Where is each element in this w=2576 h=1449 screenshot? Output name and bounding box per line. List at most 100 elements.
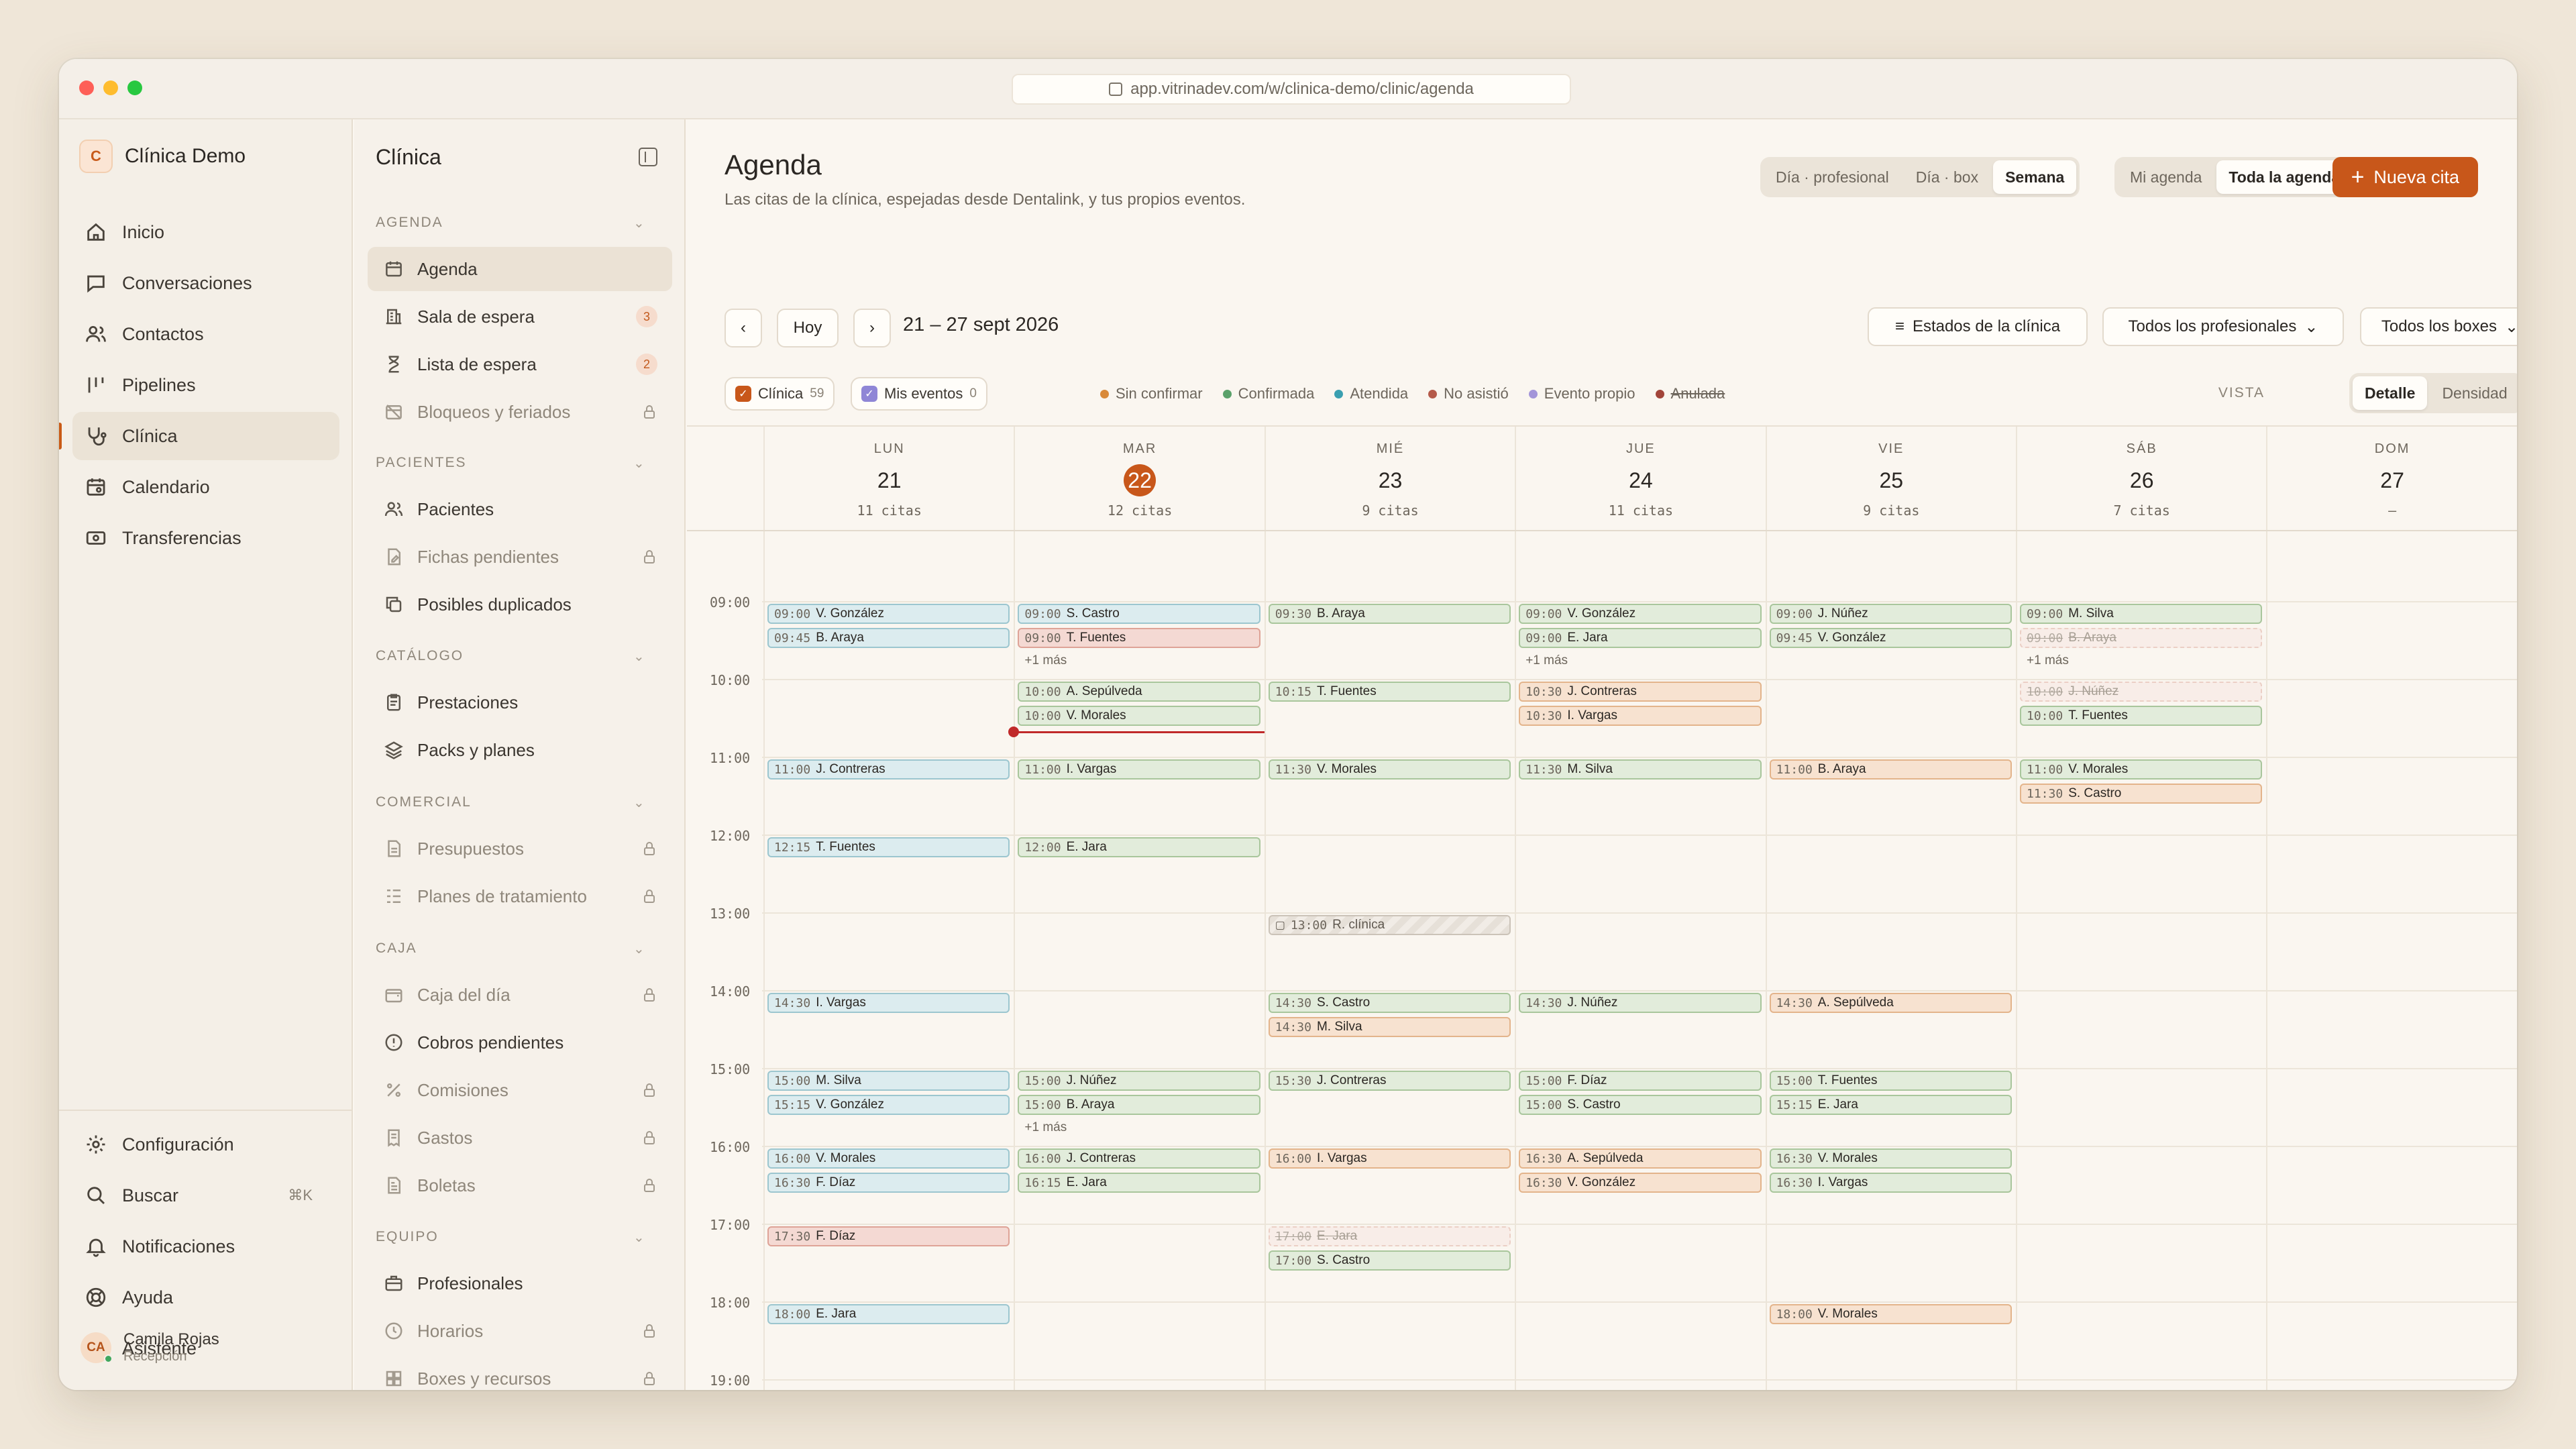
nav-configuracion[interactable]: Configuración	[72, 1120, 339, 1169]
nav-inicio[interactable]: Inicio	[72, 208, 339, 256]
appointment[interactable]: 15:00 F. Díaz	[1519, 1071, 1762, 1091]
appointment[interactable]: 16:15 E. Jara	[1018, 1173, 1260, 1193]
appointment[interactable]: 16:30 A. Sepúlveda	[1519, 1148, 1762, 1169]
appointment[interactable]: 16:00 J. Contreras	[1018, 1148, 1260, 1169]
panel-item-gastos[interactable]: Gastos	[368, 1116, 672, 1160]
new-appointment-button[interactable]: + Nueva cita	[2332, 157, 2478, 197]
box-select[interactable]: Todos los boxes ⌄	[2360, 307, 2517, 346]
day-header-mié[interactable]: MIÉ 23 9 citas	[1264, 427, 1515, 530]
panel-item-packs[interactable]: Packs y planes	[368, 728, 672, 772]
filter-chip-mis-eventos[interactable]: ✓ Mis eventos 0	[851, 377, 987, 411]
panel-item-agenda[interactable]: Agenda	[368, 247, 672, 291]
day-header-vie[interactable]: VIE 25 9 citas	[1765, 427, 2016, 530]
appointment[interactable]: 10:00 T. Fuentes	[2020, 706, 2263, 726]
panel-item-boletas[interactable]: Boletas	[368, 1163, 672, 1208]
appointment[interactable]: 11:30 V. Morales	[1268, 759, 1511, 780]
section-comercial[interactable]: COMERCIAL ⌄	[376, 794, 645, 810]
appointment[interactable]: 15:00 S. Castro	[1519, 1095, 1762, 1115]
nav-ayuda[interactable]: Ayuda	[72, 1273, 339, 1322]
address-bar[interactable]: app.vitrinadev.com/w/clinica-demo/clinic…	[1012, 74, 1571, 105]
appointment[interactable]: 11:30 S. Castro	[2020, 784, 2263, 804]
appointment[interactable]: 18:00 E. Jara	[767, 1304, 1010, 1324]
panel-item-caja-del-dia[interactable]: Caja del día	[368, 973, 672, 1017]
appointment[interactable]: 15:00 B. Araya	[1018, 1095, 1260, 1115]
nav-notificaciones[interactable]: Notificaciones	[72, 1222, 339, 1271]
appointment[interactable]: 09:30 B. Araya	[1268, 604, 1511, 624]
appointment[interactable]: 15:00 T. Fuentes	[1769, 1071, 2012, 1091]
appointment[interactable]: 18:00 V. Morales	[1769, 1304, 2012, 1324]
appointment[interactable]: 15:30 J. Contreras	[1268, 1071, 1511, 1091]
appointment[interactable]: 14:30 J. Núñez	[1519, 993, 1762, 1013]
today-button[interactable]: Hoy	[777, 309, 839, 347]
appointment[interactable]: 16:00 V. Morales	[767, 1148, 1010, 1169]
appointment[interactable]: 17:00 E. Jara	[1268, 1226, 1511, 1246]
tab-dia-profesional[interactable]: Día · profesional	[1764, 160, 1901, 194]
appointment[interactable]: 09:00 S. Castro	[1018, 604, 1260, 624]
appointment[interactable]: 12:00 E. Jara	[1018, 837, 1260, 857]
appointment[interactable]: 16:30 V. González	[1519, 1173, 1762, 1193]
appointment[interactable]: 11:30 M. Silva	[1519, 759, 1762, 780]
panel-item-boxes[interactable]: Boxes y recursos	[368, 1356, 672, 1390]
day-header-lun[interactable]: LUN 21 11 citas	[763, 427, 1014, 530]
nav-transferencias[interactable]: Transferencias	[72, 514, 339, 562]
panel-item-prestaciones[interactable]: Prestaciones	[368, 680, 672, 724]
appointment[interactable]: 10:15 T. Fuentes	[1268, 682, 1511, 702]
appointment[interactable]: 14:30 S. Castro	[1268, 993, 1511, 1013]
appointment[interactable]: 09:45 V. González	[1769, 628, 2012, 648]
more-appointments-link[interactable]: +1 más	[2027, 653, 2069, 668]
appointment[interactable]: 11:00 I. Vargas	[1018, 759, 1260, 780]
collapse-panel-icon[interactable]	[639, 148, 657, 166]
panel-item-presupuestos[interactable]: Presupuestos	[368, 826, 672, 871]
close-window-button[interactable]	[79, 80, 94, 95]
appointment[interactable]: 15:15 E. Jara	[1769, 1095, 2012, 1115]
section-equipo[interactable]: EQUIPO ⌄	[376, 1229, 645, 1245]
appointment[interactable]: 15:15 V. González	[767, 1095, 1010, 1115]
day-header-dom[interactable]: DOM 27 —	[2266, 427, 2516, 530]
tab-toda-la-agenda[interactable]: Toda la agenda	[2216, 160, 2353, 194]
appointment[interactable]: 10:00 A. Sepúlveda	[1018, 682, 1260, 702]
tab-dia-box[interactable]: Día · box	[1904, 160, 1990, 194]
nav-calendario[interactable]: Calendario	[72, 463, 339, 511]
appointment[interactable]: 09:45 B. Araya	[767, 628, 1010, 648]
appointment[interactable]: 09:00 B. Araya	[2020, 628, 2263, 648]
appointment[interactable]: 11:00 V. Morales	[2020, 759, 2263, 780]
section-agenda[interactable]: AGENDA ⌄	[376, 215, 645, 231]
panel-item-bloqueos[interactable]: Bloqueos y feriados	[368, 390, 672, 434]
more-appointments-link[interactable]: +1 más	[1024, 653, 1067, 668]
appointment[interactable]: 15:00 M. Silva	[767, 1071, 1010, 1091]
tab-detalle[interactable]: Detalle	[2353, 376, 2428, 410]
panel-item-fichas[interactable]: Fichas pendientes	[368, 535, 672, 579]
appointment[interactable]: 14:30 M. Silva	[1268, 1017, 1511, 1037]
tab-mi-agenda[interactable]: Mi agenda	[2118, 160, 2214, 194]
day-header-mar[interactable]: MAR 22 12 citas	[1014, 427, 1264, 530]
appointment[interactable]: 15:00 J. Núñez	[1018, 1071, 1260, 1091]
panel-item-duplicados[interactable]: Posibles duplicados	[368, 582, 672, 627]
appointment[interactable]: 09:00 V. González	[1519, 604, 1762, 624]
more-appointments-link[interactable]: +1 más	[1525, 653, 1568, 668]
workspace-switcher[interactable]: C Clínica Demo	[79, 140, 246, 173]
appointment[interactable]: 11:00 B. Araya	[1769, 759, 2012, 780]
appointment[interactable]: 11:00 J. Contreras	[767, 759, 1010, 780]
day-header-jue[interactable]: JUE 24 11 citas	[1515, 427, 1765, 530]
panel-item-sala-de-espera[interactable]: Sala de espera 3	[368, 294, 672, 339]
appointment[interactable]: 09:00 E. Jara	[1519, 628, 1762, 648]
section-caja[interactable]: CAJA ⌄	[376, 941, 645, 957]
appointment[interactable]: 16:30 V. Morales	[1769, 1148, 2012, 1169]
appointment[interactable]: 10:30 I. Vargas	[1519, 706, 1762, 726]
panel-item-planes[interactable]: Planes de tratamiento	[368, 874, 672, 918]
appointment[interactable]: 17:30 F. Díaz	[767, 1226, 1010, 1246]
prev-week-button[interactable]: ‹	[724, 309, 762, 347]
appointment[interactable]: 12:15 T. Fuentes	[767, 837, 1010, 857]
user-menu[interactable]: CA Camila Rojas Recepción	[80, 1330, 219, 1364]
next-week-button[interactable]: ›	[853, 309, 891, 347]
panel-item-comisiones[interactable]: Comisiones	[368, 1068, 672, 1112]
appointment[interactable]: 09:00 J. Núñez	[1769, 604, 2012, 624]
minimize-window-button[interactable]	[103, 80, 118, 95]
panel-item-horarios[interactable]: Horarios	[368, 1309, 672, 1353]
appointment[interactable]: 16:30 I. Vargas	[1769, 1173, 2012, 1193]
clinic-states-button[interactable]: ≡ Estados de la clínica	[1868, 307, 2088, 346]
nav-pipelines[interactable]: Pipelines	[72, 361, 339, 409]
nav-clinica[interactable]: Clínica	[59, 412, 339, 460]
appointment[interactable]: 10:00 J. Núñez	[2020, 682, 2263, 702]
section-catalogo[interactable]: CATÁLOGO ⌄	[376, 648, 645, 664]
